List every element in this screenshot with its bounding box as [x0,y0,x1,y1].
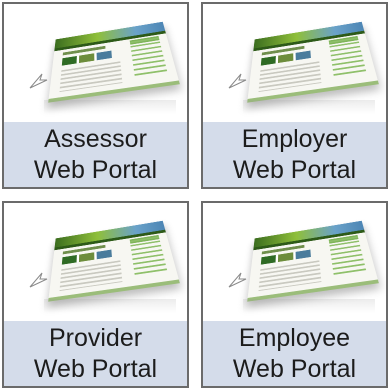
pointer-arrow-icon [28,68,50,90]
portal-tile-assessor[interactable]: Assessor Web Portal [2,2,189,189]
portal-title-line2: Web Portal [34,354,157,385]
portal-caption: Employer Web Portal [203,122,386,187]
portal-title-line1: Provider [49,323,142,354]
portal-thumbnail [4,203,187,321]
portal-caption: Assessor Web Portal [4,122,187,187]
portal-caption: Employee Web Portal [203,321,386,386]
pointer-arrow-icon [227,267,249,289]
portal-title-line1: Employer [242,124,348,155]
portal-tile-employee[interactable]: Employee Web Portal [201,201,388,388]
portal-title-line1: Assessor [44,124,147,155]
website-screenshot-icon [48,22,180,103]
portal-title-line2: Web Portal [233,155,356,186]
portal-tile-employer[interactable]: Employer Web Portal [201,2,388,189]
portal-title-line2: Web Portal [233,354,356,385]
portal-caption: Provider Web Portal [4,321,187,386]
portal-tile-provider[interactable]: Provider Web Portal [2,201,189,388]
pointer-arrow-icon [227,68,249,90]
website-screenshot-icon [247,22,379,103]
website-screenshot-icon [48,221,180,302]
portal-title-line2: Web Portal [34,155,157,186]
portal-title-line1: Employee [239,323,350,354]
pointer-arrow-icon [28,267,50,289]
portal-thumbnail [203,203,386,321]
portal-thumbnail [4,4,187,122]
website-screenshot-icon [247,221,379,302]
portal-thumbnail [203,4,386,122]
